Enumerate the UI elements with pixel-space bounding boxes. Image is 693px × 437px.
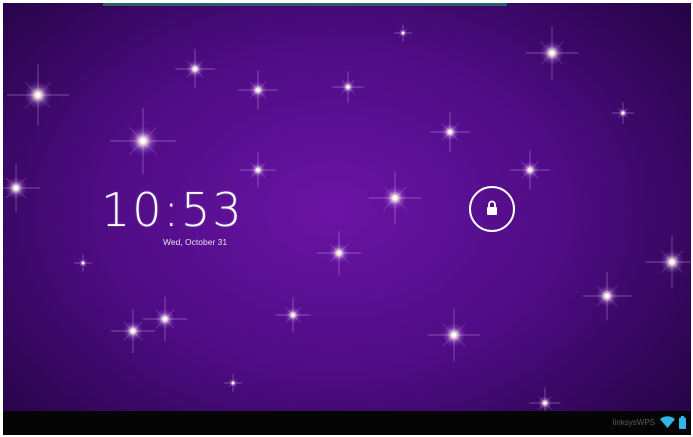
star-sparkle: [238, 70, 278, 110]
star-sparkle: [612, 102, 634, 124]
star-sparkle: [111, 309, 155, 353]
star-sparkle: [7, 64, 69, 126]
star-sparkle: [143, 297, 187, 341]
star-sparkle: [394, 24, 412, 42]
star-sparkle: [332, 71, 364, 103]
system-bar: linksysWPS: [3, 411, 691, 435]
star-sparkle: [175, 49, 215, 89]
star-sparkle: [240, 152, 276, 188]
star-sparkle: [529, 387, 561, 411]
star-sparkle: [582, 271, 632, 321]
star-sparkle: [110, 108, 176, 174]
lock-icon: [487, 200, 497, 215]
star-sparkle: [510, 150, 550, 190]
network-name: linksysWPS: [612, 418, 655, 427]
unlock-button[interactable]: [469, 186, 515, 232]
star-sparkle: [3, 163, 41, 213]
battery-icon: [679, 416, 686, 429]
clock-time: 10:53: [101, 183, 244, 237]
star-sparkle: [368, 171, 422, 225]
star-sparkle: [525, 26, 579, 80]
lock-screen: 10:53 Wed, October 31 linksysWPS: [3, 3, 691, 435]
star-sparkle: [430, 112, 470, 152]
star-sparkle: [275, 297, 311, 333]
star-sparkle: [74, 254, 92, 272]
star-sparkle: [645, 235, 691, 289]
wifi-icon: [660, 416, 675, 428]
star-sparkle: [427, 308, 481, 362]
star-sparkle: [224, 374, 242, 392]
star-sparkle: [317, 231, 361, 275]
clock-date: Wed, October 31: [163, 237, 228, 247]
